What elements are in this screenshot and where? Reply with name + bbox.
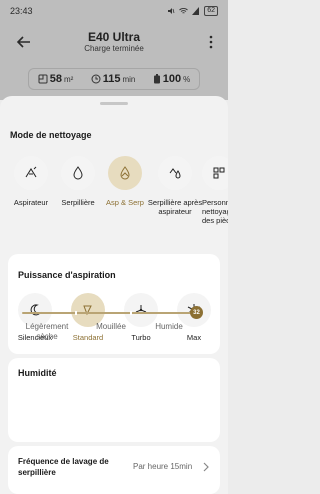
vacuum-icon — [25, 166, 37, 178]
device-header: E40 Ultra Charge terminée 58 m² 115 min … — [0, 22, 228, 100]
more-button[interactable] — [204, 34, 218, 50]
mute-icon — [167, 7, 175, 15]
humidity-label-dry: Légèrement sèche — [25, 322, 69, 341]
stat-time-value: 115 — [102, 73, 121, 85]
more-vertical-icon — [209, 35, 213, 49]
signal-icon — [192, 7, 200, 15]
stat-time-unit: min — [122, 74, 136, 84]
stat-time: 115 min — [91, 73, 136, 85]
moon-icon — [30, 304, 42, 316]
stat-battery-unit: % — [183, 74, 191, 84]
mode-custom-button[interactable] — [202, 156, 228, 190]
suction-title: Puissance d'aspiration — [18, 270, 116, 280]
wash-frequency-title: Fréquence de lavage de serpillière — [18, 457, 109, 477]
mop-after-vacuum-icon — [169, 168, 181, 179]
mode-mop-after-vac-button[interactable] — [158, 156, 192, 190]
mode-custom-label: Personnalisé nettoyage des pièces — [202, 198, 228, 225]
sheet-handle[interactable] — [100, 102, 128, 105]
droplet-icon — [73, 166, 83, 180]
humidity-slider-knob[interactable]: 32 — [190, 306, 203, 319]
wifi-icon — [179, 7, 189, 15]
battery-indicator: 62 — [204, 6, 218, 16]
humidity-slider-track[interactable] — [22, 312, 192, 314]
humidity-label-wet: Mouillée — [96, 322, 126, 331]
fan-turbo-icon — [135, 305, 147, 313]
mode-mop-after-vac-label: Serpillière après aspirateur — [147, 198, 203, 216]
device-title: E40 Ultra — [87, 30, 141, 44]
stat-battery: 100 % — [153, 73, 190, 85]
device-status: Charge terminée — [84, 44, 144, 53]
vacuum-droplet-icon — [120, 166, 130, 180]
fan-standard-icon — [83, 305, 92, 316]
humidity-tick — [75, 311, 77, 315]
mode-vac-mop-button[interactable] — [108, 156, 142, 190]
status-bar: 23:43 62 — [0, 0, 228, 22]
status-icons: 62 — [167, 6, 218, 16]
suction-turbo-label: Turbo — [131, 333, 151, 342]
stats-bar: 58 m² 115 min 100 % — [28, 68, 200, 90]
battery-icon — [153, 74, 160, 84]
mode-vacuum-button[interactable] — [14, 156, 48, 190]
stat-area: 58 m² — [38, 73, 74, 85]
wash-frequency-value: Par heure 15min — [133, 462, 193, 471]
grid-icon — [213, 167, 225, 179]
suction-max-label: Max — [186, 333, 202, 342]
stat-area-value: 58 — [49, 73, 62, 85]
humidity-title: Humidité — [18, 368, 57, 378]
chevron-right-icon — [202, 462, 210, 472]
mode-mop-button[interactable] — [61, 156, 95, 190]
stat-battery-value: 100 — [162, 73, 182, 85]
status-time: 23:43 — [10, 6, 33, 16]
settings-sheet: Mode de nettoyage Aspirateur Serpillière… — [0, 96, 228, 494]
clock-icon — [91, 74, 101, 84]
humidity-label-humid: Humide — [155, 322, 183, 331]
area-icon — [38, 74, 48, 84]
humidity-tick — [130, 311, 132, 315]
stat-area-unit: m² — [63, 74, 74, 84]
cleaning-mode-title: Mode de nettoyage — [10, 130, 92, 140]
